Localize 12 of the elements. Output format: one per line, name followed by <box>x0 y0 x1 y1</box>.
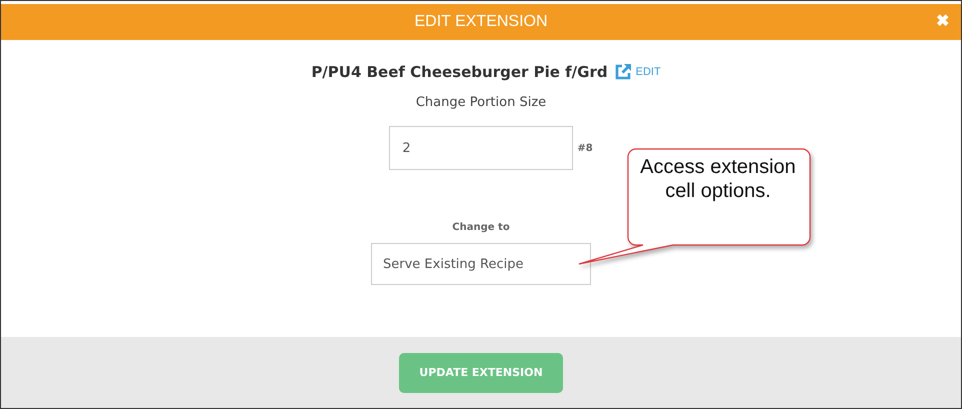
unit-label: #8 <box>577 142 593 154</box>
change-to-field[interactable]: Serve Existing Recipe <box>371 243 591 285</box>
item-name: P/PU4 Beef Cheeseburger Pie f/Grd <box>311 63 608 81</box>
portion-field[interactable]: 2 <box>389 126 574 170</box>
change-to-label: Change to <box>452 222 510 233</box>
callout-text: Access extension cell options. <box>639 155 797 203</box>
dialog-title: EDIT EXTENSION <box>414 13 548 31</box>
close-button[interactable]: ✖ <box>936 11 949 31</box>
external-link-icon[interactable] <box>614 63 632 81</box>
update-extension-button[interactable]: UPDATE EXTENSION <box>399 352 563 392</box>
portion-label: Change Portion Size <box>416 95 546 110</box>
edit-link[interactable]: EDIT <box>636 66 661 78</box>
